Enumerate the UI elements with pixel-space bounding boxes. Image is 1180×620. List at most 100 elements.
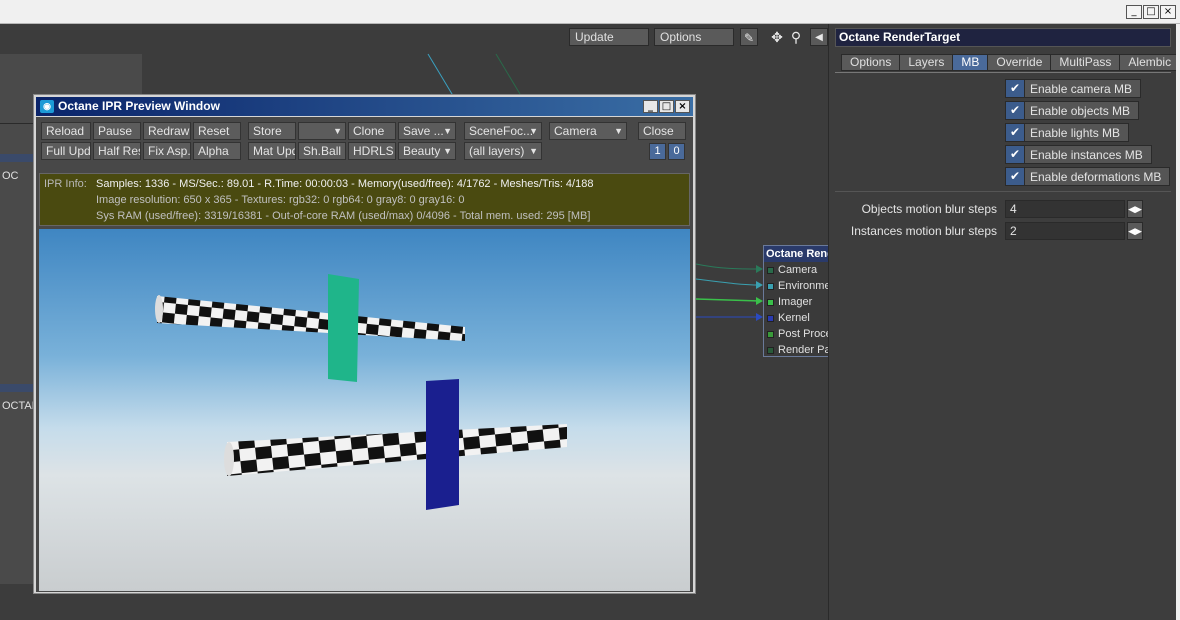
port-label: Camera <box>778 264 818 276</box>
store-button[interactable]: Store <box>248 122 296 140</box>
port-imager[interactable]: Imager <box>764 294 828 310</box>
checker-cylinder-top <box>157 296 465 341</box>
cylinder-cap <box>224 442 234 476</box>
redraw-button[interactable]: Redraw <box>143 122 191 140</box>
environment-wire <box>695 278 761 286</box>
reload-button[interactable]: Reload <box>41 122 91 140</box>
tab-layers[interactable]: Layers <box>899 54 954 71</box>
channel-1-button[interactable]: 1 <box>649 143 666 160</box>
objects-blur-steps-label: Objects motion blur steps <box>861 202 997 216</box>
port-label: Post Proce <box>778 328 828 340</box>
close-button[interactable]: × <box>1160 5 1176 19</box>
checkbox-label: Enable objects MB <box>1030 103 1131 118</box>
instances-blur-steps-stepper-icon[interactable]: ◀▶ <box>1127 222 1143 240</box>
instances-blur-steps-input[interactable]: 2 <box>1005 222 1125 240</box>
tab-multipass[interactable]: MultiPass <box>1050 54 1121 71</box>
maximize-button[interactable]: □ <box>1143 5 1159 19</box>
imager-wire <box>695 298 761 302</box>
enable-objects-mb-checkbox[interactable]: ✔ Enable objects MB <box>1005 101 1140 120</box>
node-title: Octane Rend <box>764 246 828 262</box>
kernel-arrow <box>756 313 763 321</box>
connection-wire <box>495 53 521 95</box>
scene-focus-label: SceneFoc... <box>469 124 534 138</box>
objects-blur-steps-stepper-icon[interactable]: ◀▶ <box>1127 200 1143 218</box>
camera-arrow <box>756 265 763 273</box>
beauty-pass-dropdown[interactable]: Beauty ▼ <box>398 142 456 160</box>
update-button[interactable]: Update <box>569 28 649 46</box>
checkbox-label: Enable instances MB <box>1030 147 1143 162</box>
port-camera[interactable]: Camera <box>764 262 828 278</box>
save-label: Save ... <box>403 124 444 138</box>
pause-button[interactable]: Pause <box>93 122 141 140</box>
panel-title: Octane RenderTarget <box>835 28 1171 47</box>
objects-blur-steps-input[interactable]: 4 <box>1005 200 1125 218</box>
half-res-button[interactable]: Half Res <box>93 142 141 160</box>
layers-dropdown[interactable]: (all layers) ▼ <box>464 142 542 160</box>
options-button[interactable]: Options <box>654 28 734 46</box>
ipr-minimize-button[interactable]: _ <box>643 100 658 113</box>
port-dot <box>767 298 774 306</box>
eyedropper-icon[interactable]: ✎ <box>740 28 758 46</box>
ipr-titlebar[interactable]: ◉ Octane IPR Preview Window _ □ × <box>36 97 693 116</box>
zoom-icon[interactable]: ⚲ <box>787 28 805 46</box>
enable-deformations-mb-checkbox[interactable]: ✔ Enable deformations MB <box>1005 167 1171 186</box>
close-ipr-button[interactable]: Close <box>638 122 686 140</box>
port-dot <box>767 330 774 338</box>
ipr-title-text: Octane IPR Preview Window <box>58 99 220 113</box>
reset-button[interactable]: Reset <box>193 122 241 140</box>
window-controls: _ □ × <box>1126 5 1176 19</box>
shader-ball-button[interactable]: Sh.Ball <box>298 142 346 160</box>
store-slot-dropdown[interactable]: ▼ <box>298 122 346 140</box>
move-icon[interactable]: ✥ <box>768 28 786 46</box>
dropdown-arrow-icon: ▼ <box>443 146 452 156</box>
alpha-button[interactable]: Alpha <box>193 142 241 160</box>
octane-app-icon: ◉ <box>40 100 54 113</box>
checkmark-icon: ✔ <box>1006 168 1025 185</box>
port-kernel[interactable]: Kernel <box>764 310 828 326</box>
port-environment[interactable]: Environme <box>764 278 828 294</box>
ipr-maximize-button[interactable]: □ <box>659 100 674 113</box>
material-update-button[interactable]: Mat Upd <box>248 142 296 160</box>
info-label: IPR Info: <box>44 178 87 190</box>
render-viewport[interactable] <box>39 229 690 591</box>
ipr-preview-window[interactable]: ◉ Octane IPR Preview Window _ □ × Reload… <box>33 94 696 594</box>
scene-focus-dropdown[interactable]: SceneFoc... ▼ <box>464 122 542 140</box>
camera-label: Camera <box>554 124 597 138</box>
dropdown-arrow-icon: ▼ <box>529 126 538 136</box>
port-dot <box>767 346 774 354</box>
port-post-process[interactable]: Post Proce <box>764 326 828 342</box>
instances-blur-steps-label: Instances motion blur steps <box>850 224 997 238</box>
checkbox-label: Enable camera MB <box>1030 81 1133 96</box>
checkbox-label: Enable lights MB <box>1030 125 1121 140</box>
ipr-body: Reload Pause Redraw Reset Store ▼ Clone … <box>36 117 693 592</box>
node-label-oc: OC <box>2 170 19 182</box>
camera-dropdown[interactable]: Camera ▼ <box>549 122 627 140</box>
minimize-button[interactable]: _ <box>1126 5 1142 19</box>
channel-0-button[interactable]: 0 <box>668 143 685 160</box>
port-dot <box>767 314 774 322</box>
fix-aspect-button[interactable]: Fix Asp. <box>143 142 191 160</box>
port-render-passes[interactable]: Render Pa <box>764 342 828 358</box>
octane-render-node[interactable]: Octane Rend Camera Environme Imager Kern… <box>763 245 828 357</box>
tab-options[interactable]: Options <box>841 54 901 71</box>
collapse-left-icon[interactable]: ◀ <box>810 28 828 46</box>
save-dropdown[interactable]: Save ... ▼ <box>398 122 456 140</box>
green-plane <box>328 274 359 382</box>
enable-lights-mb-checkbox[interactable]: ✔ Enable lights MB <box>1005 123 1130 142</box>
window-right-edge <box>1176 24 1180 620</box>
enable-instances-mb-checkbox[interactable]: ✔ Enable instances MB <box>1005 145 1152 164</box>
port-label: Imager <box>778 296 813 308</box>
tab-mb[interactable]: MB <box>952 54 989 71</box>
tab-override[interactable]: Override <box>987 54 1052 71</box>
tab-alembic[interactable]: Alembic <box>1119 54 1180 71</box>
imager-arrow <box>756 297 763 305</box>
info-line-2: Image resolution: 650 x 365 - Textures: … <box>96 194 465 206</box>
clone-button[interactable]: Clone <box>348 122 396 140</box>
dropdown-arrow-icon: ▼ <box>443 126 452 136</box>
full-update-button[interactable]: Full Upd. <box>41 142 91 160</box>
port-dot <box>767 266 774 274</box>
ipr-close-button[interactable]: × <box>675 100 690 113</box>
ipr-window-controls: _ □ × <box>643 100 690 113</box>
hdrls-button[interactable]: HDRLS <box>348 142 396 160</box>
enable-camera-mb-checkbox[interactable]: ✔ Enable camera MB <box>1005 79 1142 98</box>
